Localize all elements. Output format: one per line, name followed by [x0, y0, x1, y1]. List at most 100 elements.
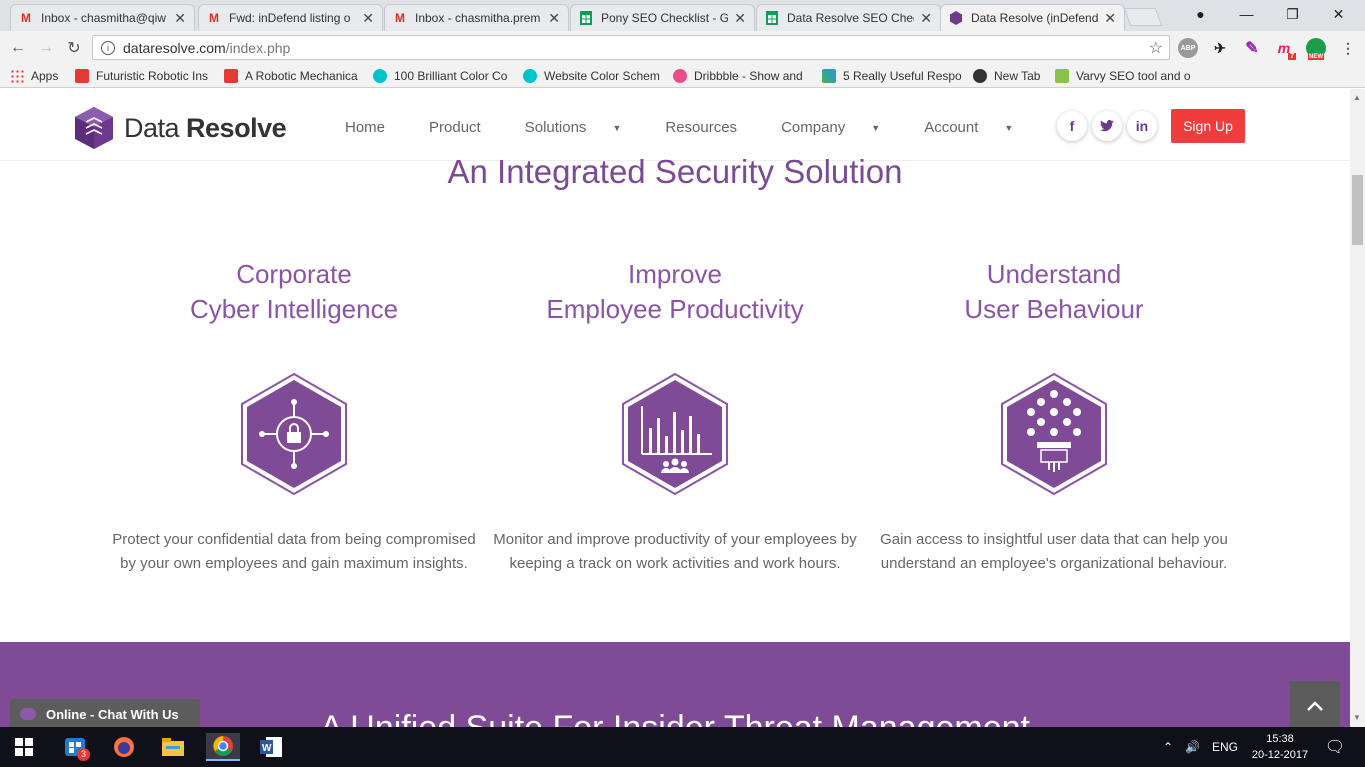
feature-title-line1: Understand	[986, 259, 1122, 289]
scroll-down-icon[interactable]: ▼	[1353, 713, 1361, 722]
restore-icon[interactable]: ❐	[1270, 0, 1315, 28]
abp-icon[interactable]: ABP	[1178, 38, 1198, 58]
quill-icon[interactable]: ✎	[1242, 38, 1262, 58]
close-icon[interactable]: ✕	[174, 10, 186, 27]
address-bar[interactable]: i dataresolve.com/index.php ☆	[92, 35, 1170, 60]
bookmark-item[interactable]: Dribbble - Show and	[673, 68, 809, 84]
logo-bold: Resolve	[186, 112, 287, 143]
info-icon[interactable]: i	[101, 40, 115, 55]
menu-icon[interactable]: ⋮	[1338, 38, 1358, 58]
bookmark-item[interactable]: New Tab	[973, 68, 1040, 84]
nav-account[interactable]: Account ▼	[924, 119, 1035, 136]
bookmark-item[interactable]: 100 Brilliant Color Co	[373, 68, 511, 84]
bookmark-item[interactable]: Varvy SEO tool and o	[1055, 68, 1195, 84]
nav-label: Solutions	[524, 119, 587, 136]
feature-card-productivity: Improve Employee Productivity Monitor and…	[485, 257, 865, 576]
forward-icon[interactable]: →	[34, 36, 58, 60]
tab-title: Fwd: inDefend listing o	[229, 11, 351, 25]
tab-inbox-1[interactable]: M Inbox - chasmitha@qiw ✕	[10, 4, 195, 31]
twitter-bird-icon	[1100, 120, 1114, 132]
scroll-thumb[interactable]	[1352, 175, 1363, 245]
chat-label: Online - Chat With Us	[46, 706, 179, 722]
bookmark-label: Futuristic Robotic Ins	[96, 69, 209, 83]
chevron-up-icon[interactable]: ⌃	[1163, 740, 1173, 754]
tab-dataresolve-seo[interactable]: Data Resolve SEO Chec ✕	[756, 4, 941, 31]
linkedin-glyph: in	[1135, 118, 1149, 134]
scroll-to-top-button[interactable]	[1290, 681, 1340, 727]
firefox-icon[interactable]	[109, 733, 139, 761]
system-clock[interactable]: 15:38 20-12-2017	[1248, 731, 1312, 763]
star-icon[interactable]: ☆	[1149, 38, 1163, 58]
close-icon[interactable]: ✕	[1104, 10, 1116, 27]
word-icon[interactable]: W	[256, 733, 286, 761]
nav-solutions[interactable]: Solutions ▼	[525, 119, 644, 136]
site-logo[interactable]: Data Resolve	[74, 106, 287, 150]
logo-cube-icon	[75, 107, 113, 149]
nav-product[interactable]: Product	[429, 119, 503, 136]
bookmark-label: Website Color Schem	[544, 69, 660, 83]
feature-title-line2: Cyber Intelligence	[189, 294, 399, 324]
clock-date: 20-12-2017	[1251, 749, 1309, 761]
close-icon[interactable]: ✕	[734, 10, 746, 27]
close-icon[interactable]: ✕	[920, 10, 932, 27]
dataresolve-icon	[949, 11, 963, 25]
signup-button[interactable]: Sign Up	[1171, 109, 1245, 143]
store-icon[interactable]: 3	[60, 733, 90, 761]
nav-home[interactable]: Home	[345, 119, 407, 136]
feature-card-cyber-intelligence: Corporate Cyber Intelligence Protect your…	[104, 257, 484, 576]
notifications-icon[interactable]: 🗨	[1320, 733, 1350, 761]
tab-fwd[interactable]: M Fwd: inDefend listing o ✕	[198, 4, 383, 31]
clock-time: 15:38	[1266, 733, 1294, 745]
windows-start-icon[interactable]	[9, 733, 39, 761]
scroll-up-icon[interactable]: ▲	[1353, 93, 1361, 102]
bookmark-apps[interactable]: Apps	[10, 68, 58, 84]
new-tab-button[interactable]	[1123, 8, 1163, 26]
language-indicator[interactable]: ENG	[1212, 740, 1238, 754]
file-explorer-icon[interactable]	[158, 733, 188, 761]
grammarly-icon[interactable]: NEW	[1306, 38, 1326, 60]
feature-title: Understand User Behaviour	[864, 257, 1244, 327]
feature-title-line1: Corporate	[236, 259, 352, 289]
feature-title-line1: Improve	[628, 259, 722, 289]
back-icon[interactable]: ←	[6, 36, 30, 60]
bookmark-item[interactable]: Website Color Schem	[523, 68, 661, 84]
minimize-icon[interactable]: —	[1224, 0, 1269, 28]
close-icon[interactable]: ✕	[548, 10, 560, 27]
nav-company[interactable]: Company ▼	[781, 119, 902, 136]
tab-inbox-2[interactable]: M Inbox - chasmitha.prem ✕	[384, 4, 569, 31]
newtab-icon	[973, 69, 987, 83]
gmail-icon: M	[209, 11, 219, 25]
bookmarks-bar: Apps Futuristic Robotic Ins A Robotic Me…	[0, 64, 1365, 88]
linkedin-icon[interactable]: in	[1127, 111, 1157, 141]
reload-icon[interactable]: ↻	[62, 36, 86, 60]
tab-strip: M Inbox - chasmitha@qiw ✕ M Fwd: inDefen…	[0, 0, 1365, 31]
bookmark-item[interactable]: 5 Really Useful Respo	[822, 68, 962, 84]
profile-icon[interactable]: ●	[1178, 0, 1223, 28]
badge: 7	[1288, 53, 1296, 60]
window-close-icon[interactable]: ✕	[1316, 0, 1361, 28]
twitter-icon[interactable]	[1092, 111, 1122, 141]
nav-label: Home	[345, 119, 386, 136]
feature-card-user-behaviour: Understand User Behaviour Gain access to …	[864, 257, 1244, 576]
volume-icon[interactable]: 🔊	[1185, 740, 1200, 754]
chrome-icon[interactable]	[206, 733, 240, 761]
extension-icon[interactable]: ✈	[1210, 38, 1230, 58]
gmail-icon: M	[21, 11, 31, 25]
bookmark-item[interactable]: Futuristic Robotic Ins	[75, 68, 215, 84]
tab-dataresolve[interactable]: Data Resolve (inDefend ✕	[940, 4, 1125, 31]
nav-resources[interactable]: Resources	[665, 119, 759, 136]
feature-title-line2: User Behaviour	[964, 294, 1144, 324]
facebook-icon[interactable]: f	[1057, 111, 1087, 141]
tab-title: Inbox - chasmitha@qiw	[41, 11, 166, 25]
bookmark-item[interactable]: A Robotic Mechanica	[224, 68, 360, 84]
mail-track-icon[interactable]: m7	[1274, 38, 1296, 60]
varvy-icon	[1055, 69, 1069, 83]
tab-pony-seo[interactable]: Pony SEO Checklist - G ✕	[570, 4, 755, 31]
close-icon[interactable]: ✕	[362, 10, 374, 27]
chat-widget[interactable]: Online - Chat With Us	[10, 699, 200, 727]
store-badge: 3	[77, 748, 90, 761]
nav-label: Account	[924, 119, 979, 136]
tab-title: Pony SEO Checklist - G	[601, 11, 729, 25]
page-scrollbar[interactable]: ▲ ▼	[1350, 89, 1365, 727]
tab-title: Data Resolve SEO Chec	[787, 11, 915, 25]
